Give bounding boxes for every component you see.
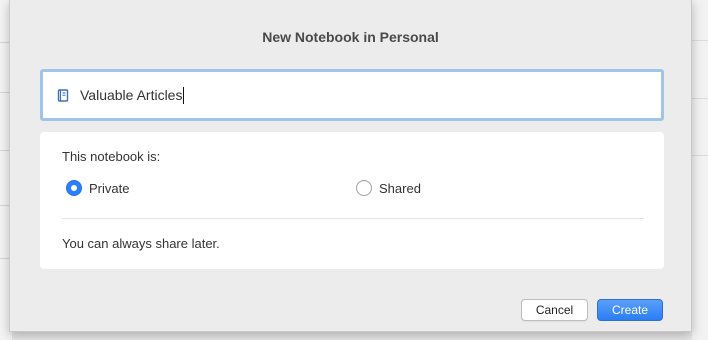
private-option[interactable]: Private <box>66 180 129 196</box>
divider <box>62 218 644 219</box>
background-window-right <box>692 0 708 340</box>
sharing-label: This notebook is: <box>62 149 161 164</box>
shared-radio[interactable] <box>356 180 372 196</box>
dialog-title: New Notebook in Personal <box>262 29 439 45</box>
create-button[interactable]: Create <box>597 299 663 321</box>
share-hint: You can always share later. <box>62 236 220 251</box>
notebook-icon <box>56 88 69 102</box>
cancel-button[interactable]: Cancel <box>521 299 588 321</box>
new-notebook-dialog: New Notebook in Personal Valuable Articl… <box>9 0 692 332</box>
shared-option[interactable]: Shared <box>356 180 421 196</box>
notebook-name-value: Valuable Articles <box>80 87 183 103</box>
sharing-panel: This notebook is: Private Shared You can… <box>40 132 664 269</box>
private-label: Private <box>89 180 130 196</box>
shared-label: Shared <box>379 180 421 196</box>
notebook-name-field[interactable]: Valuable Articles <box>40 69 664 121</box>
background-window-bottom <box>12 332 692 340</box>
text-caret <box>183 86 185 104</box>
private-radio[interactable] <box>66 180 82 196</box>
